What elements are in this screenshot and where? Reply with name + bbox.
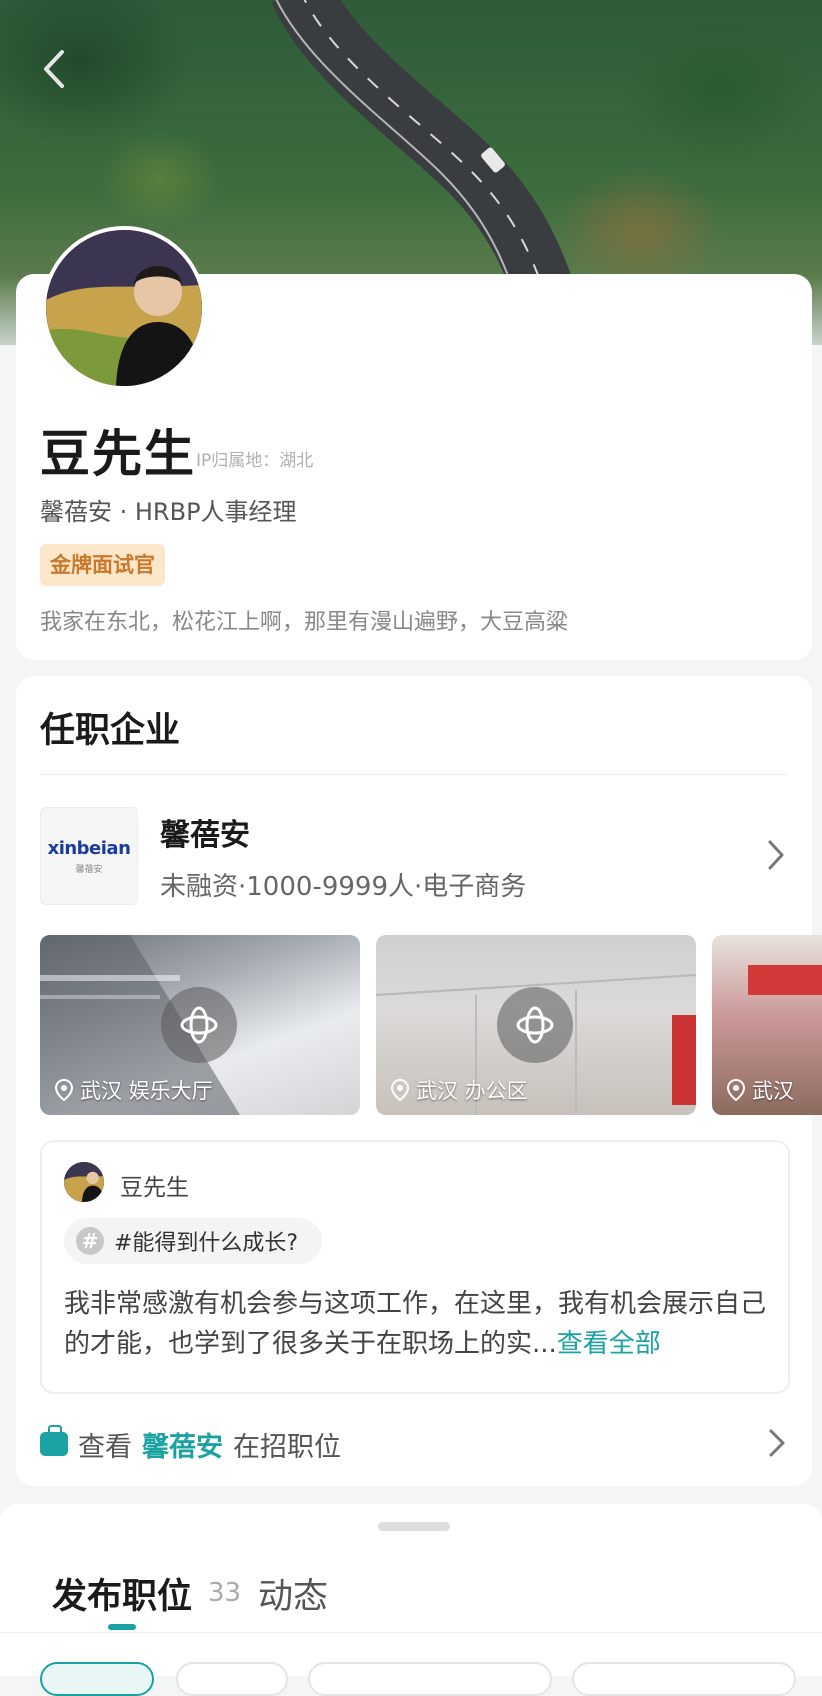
- filter-chip[interactable]: [308, 1662, 552, 1696]
- drag-handle[interactable]: [378, 1522, 450, 1531]
- panorama-icon: [497, 987, 573, 1063]
- posted-jobs-count: 33: [208, 1578, 242, 1608]
- location-pin-icon: [54, 1078, 74, 1102]
- chevron-right-icon[interactable]: [766, 838, 786, 872]
- logo-text: xinbeian: [47, 838, 131, 859]
- company-logo[interactable]: xinbeian 馨蓓安: [40, 807, 138, 905]
- view-open-jobs-link[interactable]: 查看 馨蓓安 在招职位: [40, 1422, 786, 1466]
- topic-tag[interactable]: # #能得到什么成长?: [64, 1218, 323, 1264]
- bio-text: 我家在东北，松花江上啊，那里有漫山遍野，大豆高粱: [40, 610, 569, 635]
- photo-location: 武汉 办公区: [390, 1075, 528, 1105]
- location-pin-icon: [726, 1078, 746, 1102]
- hash-icon: #: [76, 1227, 104, 1255]
- location-pin-icon: [390, 1078, 410, 1102]
- jobs-link-company: 馨蓓安: [142, 1431, 223, 1463]
- photo-location: 武汉: [726, 1075, 794, 1105]
- briefcase-icon: [40, 1425, 68, 1456]
- qa-author-name: 豆先生: [120, 1175, 189, 1201]
- office-photo[interactable]: 武汉 办公区: [376, 935, 696, 1115]
- office-photo[interactable]: 武汉: [712, 935, 822, 1115]
- company-name[interactable]: 馨蓓安: [160, 810, 250, 854]
- filter-chip[interactable]: [176, 1662, 288, 1696]
- tab-posted-jobs[interactable]: 发布职位: [52, 1568, 192, 1619]
- photo-location-label: 武汉 办公区: [416, 1079, 528, 1103]
- view-all-link[interactable]: 查看全部: [557, 1329, 661, 1359]
- filter-chip[interactable]: [572, 1662, 796, 1696]
- divider: [0, 1632, 822, 1633]
- photo-location: 武汉 娱乐大厅: [54, 1075, 213, 1105]
- office-photo[interactable]: 武汉 娱乐大厅: [40, 935, 360, 1115]
- jobs-link-prefix: 查看: [78, 1431, 132, 1463]
- logo-subtext: 馨蓓安: [75, 865, 103, 875]
- gold-interviewer-badge: 金牌面试官: [40, 544, 165, 586]
- company-title: 馨蓓安 · HRBP人事经理: [40, 498, 297, 526]
- jobs-link-suffix: 在招职位: [233, 1431, 341, 1463]
- back-arrow-icon[interactable]: [36, 44, 76, 94]
- avatar[interactable]: [42, 226, 206, 390]
- chevron-right-icon: [769, 1429, 785, 1457]
- qa-text: 我非常感激有机会参与这项工作，在这里，我有机会展示自己的才能，也学到了很多关于在…: [64, 1284, 774, 1364]
- photo-location-label: 武汉 娱乐大厅: [80, 1079, 213, 1103]
- divider: [40, 774, 786, 775]
- tab-posts[interactable]: 动态: [258, 1568, 328, 1619]
- ip-location: IP归属地：湖北: [196, 451, 314, 471]
- active-tab-indicator: [108, 1624, 136, 1630]
- section-title: 任职企业: [40, 711, 181, 751]
- qa-author-avatar: [64, 1162, 104, 1202]
- topic-tag-label: #能得到什么成长?: [114, 1231, 299, 1256]
- profile-name: 豆先生: [40, 425, 196, 483]
- filter-chip[interactable]: [40, 1662, 154, 1696]
- company-meta: 未融资·1000-9999人·电子商务: [160, 872, 527, 902]
- panorama-icon: [161, 987, 237, 1063]
- photo-location-label: 武汉: [752, 1079, 794, 1103]
